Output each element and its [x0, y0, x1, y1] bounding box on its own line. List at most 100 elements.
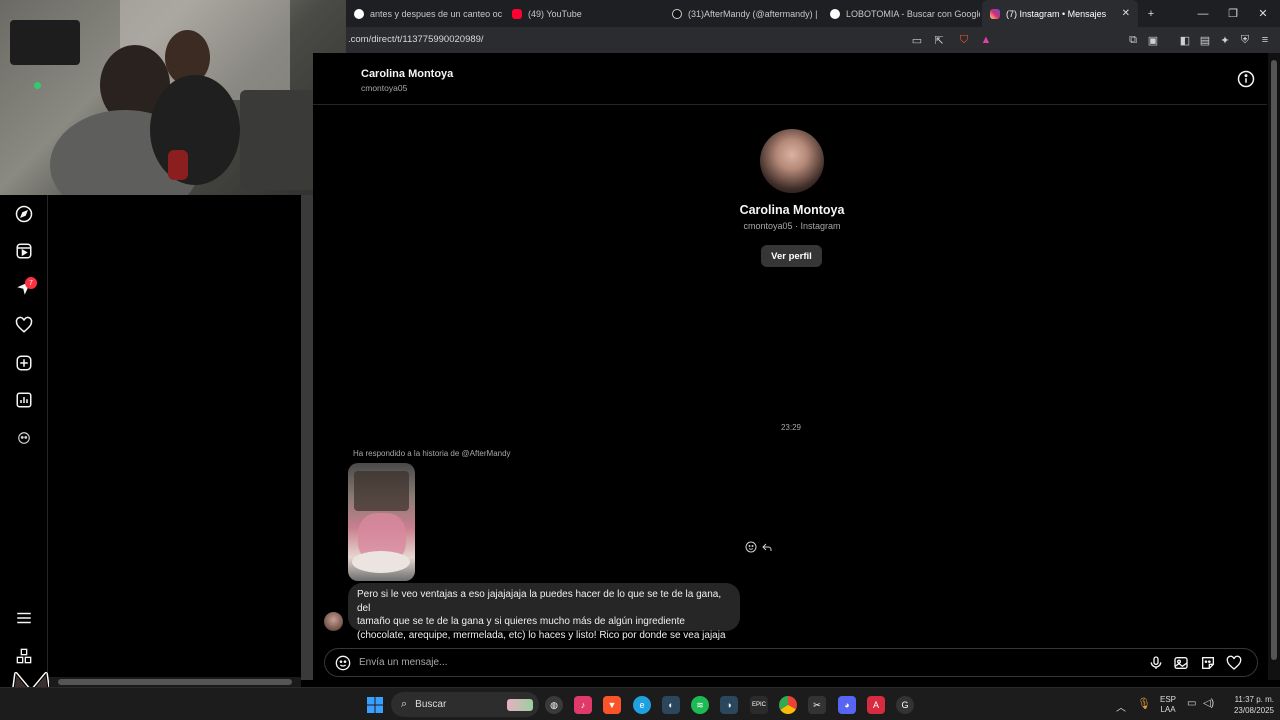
sticker-icon[interactable] — [1200, 655, 1216, 671]
search-icon: ⌕ — [401, 698, 408, 710]
steam-icon-2[interactable]: ◑ — [720, 696, 738, 714]
google-icon — [354, 8, 364, 19]
browser-tab-1[interactable]: antes y despues de un canteo ocul — [346, 0, 502, 27]
image-upload-icon[interactable] — [1173, 655, 1189, 671]
profile-avatar[interactable] — [760, 129, 824, 193]
brave-rewards-icon[interactable]: ▲ — [978, 32, 994, 48]
minimize-icon[interactable]: — — [1188, 0, 1218, 27]
cast-icon[interactable]: ▭ — [909, 32, 925, 48]
reels-icon[interactable] — [12, 239, 36, 263]
sender-avatar[interactable] — [324, 612, 343, 631]
message-line: Pero si le veo ventajas a eso jajajajaja… — [357, 589, 722, 614]
view-profile-button[interactable]: Ver perfil — [761, 245, 822, 267]
instagram-sidebar: 7 — [0, 195, 48, 680]
url-field[interactable]: .com/direct/t/113775990020989/ — [348, 34, 484, 45]
message-line: tamaño que se te de la gana y si quieres… — [357, 616, 685, 627]
chat-scroll-thumb[interactable] — [1271, 60, 1277, 660]
discord-icon[interactable]: ◕ — [838, 696, 856, 714]
story-plate-shape — [352, 551, 410, 573]
app-g-icon[interactable]: G — [896, 696, 914, 714]
message-timestamp: 23:29 — [780, 423, 802, 432]
sidebar-icon[interactable]: ◧ — [1177, 32, 1193, 48]
network-icon[interactable]: ▭ — [1187, 698, 1196, 709]
browser-tab-5[interactable]: (7) Instagram • Mensajes ✕ — [982, 0, 1138, 27]
youtube-icon — [512, 8, 522, 19]
restore-icon[interactable]: ❐ — [1218, 0, 1248, 27]
wallet-card-icon[interactable]: ▤ — [1197, 32, 1213, 48]
vpn-icon[interactable]: ⛨ — [1237, 32, 1253, 48]
more-menu-icon[interactable] — [12, 606, 36, 630]
windows-taskbar: ⌕ Buscar ◍ ♪ ▼ e ◐ ≋ ◑ EPIC ✂ ◕ A G ︿ 🎙 … — [0, 687, 1280, 720]
language-indicator[interactable]: ESP LAA — [1160, 695, 1176, 715]
windows-start-icon[interactable] — [366, 696, 384, 714]
reply-icon[interactable] — [761, 541, 773, 553]
explore-icon[interactable] — [12, 202, 36, 226]
browser-tab-2[interactable]: (49) YouTube — [504, 0, 662, 27]
lang-top: ESP — [1160, 695, 1177, 704]
browser-tab-4[interactable]: LOBOTOMIA - Buscar con Google — [822, 0, 980, 27]
search-highlight-icon — [507, 698, 533, 711]
heart-icon[interactable] — [12, 313, 36, 337]
extensions-icon[interactable]: ⧉ — [1125, 32, 1141, 48]
tray-microphone-icon[interactable]: 🎙 — [1137, 697, 1151, 710]
taskbar-search[interactable]: ⌕ Buscar — [391, 692, 539, 717]
like-heart-icon[interactable] — [1226, 655, 1242, 671]
epic-games-icon[interactable]: EPIC — [750, 696, 768, 714]
menu-icon[interactable]: ≡ — [1257, 32, 1273, 48]
dashboard-icon[interactable] — [12, 388, 36, 412]
adobe-icon[interactable]: A — [867, 696, 885, 714]
volume-icon[interactable]: ◁) — [1203, 698, 1214, 709]
profile-avatar-icon[interactable] — [12, 426, 36, 450]
inbox-scrollbar[interactable] — [301, 195, 313, 680]
share-icon[interactable]: ⇱ — [931, 32, 947, 48]
copilot-icon[interactable]: ◍ — [545, 696, 563, 714]
browser-tab-3[interactable]: (31)AfterMandy (@aftermandy) | Ti — [664, 0, 820, 27]
tiktok-app-icon[interactable]: ♪ — [574, 696, 592, 714]
edge-icon[interactable]: e — [633, 696, 651, 714]
google-icon — [830, 8, 840, 19]
clock-date: 23/08/2025 — [1233, 706, 1274, 715]
close-tab-icon[interactable]: ✕ — [1122, 8, 1130, 19]
microphone-icon[interactable] — [1148, 655, 1164, 671]
profile-name: Carolina Montoya — [739, 203, 845, 217]
capcut-icon[interactable]: ✂ — [808, 696, 826, 714]
instagram-icon — [990, 8, 1000, 19]
story-thumbnail[interactable] — [348, 463, 415, 581]
spotify-icon[interactable]: ≋ — [691, 696, 709, 714]
new-tab-button[interactable]: + — [1136, 0, 1166, 27]
horizontal-scroll-thumb[interactable] — [58, 679, 292, 685]
person2-body-shape — [150, 75, 240, 185]
emoji-picker-icon[interactable] — [335, 655, 351, 671]
tiktok-icon — [672, 8, 682, 19]
message-bubble[interactable]: Pero si le veo ventajas a eso jajajajaja… — [348, 583, 740, 641]
message-line: (chocolate, arequipe, mermelada, etc) lo… — [357, 629, 726, 641]
message-input[interactable]: Envía un mensaje... — [359, 657, 447, 668]
message-composer: Envía un mensaje... — [324, 648, 1258, 677]
wallet-icon[interactable]: ▣ — [1145, 32, 1161, 48]
info-icon[interactable] — [1237, 70, 1255, 88]
browser-tab-bar: antes y despues de un canteo ocul (49) Y… — [346, 0, 1280, 27]
notification-badge: 7 — [25, 277, 37, 289]
tab-label: LOBOTOMIA - Buscar con Google — [846, 8, 980, 19]
taskbar-search-label: Buscar — [415, 699, 447, 710]
webcam-overlay — [0, 0, 346, 195]
leo-ai-icon[interactable]: ✦ — [1217, 32, 1233, 48]
close-window-icon[interactable]: ✕ — [1248, 0, 1278, 27]
chat-header-username: cmontoya05 — [361, 83, 408, 93]
address-bar: .com/direct/t/113775990020989/ ▭ ⇱ ⛉ ▲ ⧉… — [346, 27, 1280, 53]
lang-bottom: LAA — [1160, 705, 1176, 714]
tray-chevron-icon[interactable]: ︿ — [1116, 699, 1126, 714]
react-emoji-icon[interactable] — [745, 541, 757, 553]
chat-header-name[interactable]: Carolina Montoya — [361, 68, 453, 80]
create-icon[interactable] — [12, 351, 36, 375]
tab-label: (31)AfterMandy (@aftermandy) | Ti — [688, 8, 820, 19]
brave-browser-icon[interactable]: ▼ — [603, 696, 621, 714]
apps-icon[interactable] — [12, 644, 36, 668]
inbox-panel — [49, 195, 301, 680]
story-food-shape — [354, 471, 409, 511]
clock[interactable]: 11:37 p. m. 23/08/2025 — [1222, 694, 1274, 716]
brave-shield-icon[interactable]: ⛉ — [956, 32, 972, 48]
steam-icon[interactable]: ◐ — [662, 696, 680, 714]
laptop-shape — [10, 20, 80, 65]
chrome-icon[interactable] — [779, 696, 797, 714]
